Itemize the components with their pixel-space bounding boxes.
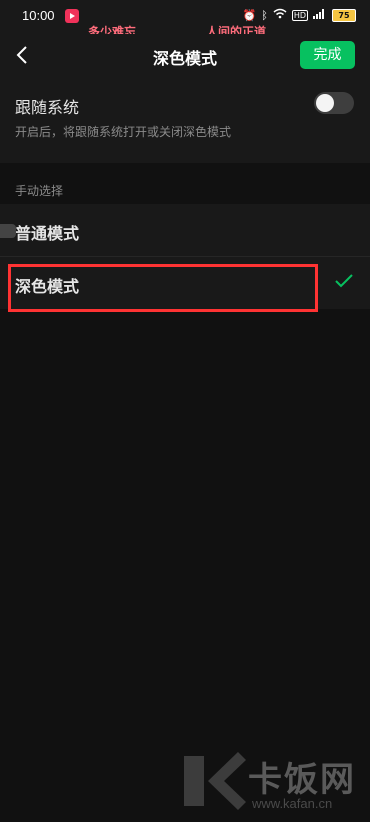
status-time: 10:00 xyxy=(22,8,55,23)
status-icons: ⏰ ᛒ HD 75 xyxy=(242,8,356,22)
alarm-icon: ⏰ xyxy=(242,8,257,22)
checkmark-icon xyxy=(335,274,353,288)
manual-section-title: 手动选择 xyxy=(15,184,64,198)
signal-icon xyxy=(313,8,327,22)
highlight-box xyxy=(8,264,318,312)
follow-system-toggle[interactable] xyxy=(314,92,354,114)
option-label: 普通模式 xyxy=(15,224,80,243)
follow-system-label: 跟随系统 xyxy=(15,98,80,117)
done-button[interactable]: 完成 xyxy=(300,41,355,69)
hd-icon: HD xyxy=(291,9,308,21)
wifi-icon xyxy=(273,8,287,22)
music-app-icon xyxy=(65,9,79,23)
status-bar: 10:00 ⏰ ᛒ HD 75 xyxy=(0,0,370,34)
side-handle xyxy=(0,224,16,238)
toggle-knob xyxy=(316,94,334,112)
bluetooth-icon: ᛒ xyxy=(261,8,268,22)
battery-icon: 75 xyxy=(332,8,356,22)
follow-system-row: 跟随系统 开启后，将跟随系统打开或关闭深色模式 xyxy=(0,76,370,163)
navigation-bar: 深色模式 完成 xyxy=(0,34,370,76)
follow-system-description: 开启后，将跟随系统打开或关闭深色模式 xyxy=(15,125,232,139)
option-normal-mode[interactable]: 普通模式 xyxy=(0,204,370,256)
watermark-text: 卡饭网 xyxy=(248,760,356,800)
kafan-logo-icon xyxy=(180,748,248,818)
watermark-url: www.kafan.cn xyxy=(252,796,333,811)
